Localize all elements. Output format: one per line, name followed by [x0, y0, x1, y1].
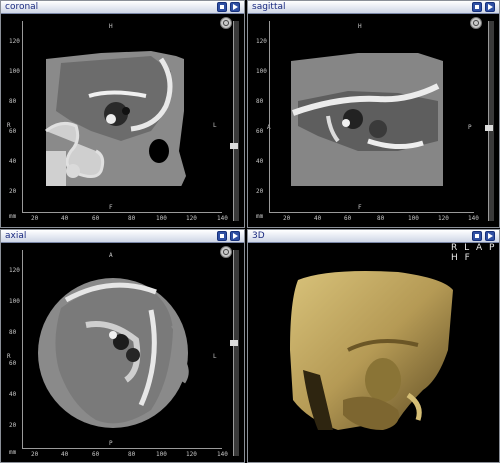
axial-bottom-label: P — [109, 440, 113, 447]
coronal-top-label: H — [109, 23, 113, 30]
coronal-slice-scrollbar[interactable] — [230, 21, 239, 221]
coronal-x-tick: 140 — [217, 215, 228, 222]
axial-x-tick: 60 — [92, 451, 100, 458]
axial-y-tick: 100 — [9, 298, 20, 305]
target-icon[interactable] — [220, 246, 232, 258]
axial-left-label: R — [7, 353, 11, 360]
volume-3d-pane[interactable]: 3D R L A P H F — [247, 229, 500, 463]
axial-y-tick: 20 — [9, 422, 17, 429]
sagittal-x-tick: 100 — [408, 215, 419, 222]
coronal-x-tick: 120 — [186, 215, 197, 222]
axial-pane[interactable]: axial A P R L mm 120 100 80 60 40 20 20 … — [0, 229, 245, 463]
axial-x-tick: 20 — [31, 451, 39, 458]
sagittal-x-tick: 20 — [283, 215, 291, 222]
coronal-y-tick: 60 — [9, 128, 17, 135]
axial-ruler-horizontal — [22, 448, 222, 449]
coronal-slice-image[interactable] — [1, 1, 245, 228]
axial-top-label: A — [109, 252, 113, 259]
sagittal-y-tick: 120 — [256, 38, 267, 45]
coronal-ruler-vertical — [22, 21, 23, 213]
coronal-pane[interactable]: coronal H F R L mm 120 100 80 60 40 20 2… — [0, 0, 245, 228]
arrow-right-icon[interactable] — [230, 143, 238, 149]
coronal-y-tick: 80 — [9, 98, 17, 105]
sagittal-x-tick: 60 — [344, 215, 352, 222]
sagittal-pane[interactable]: sagittal H F A P mm 120 100 80 60 40 20 … — [247, 0, 500, 228]
coronal-y-tick: 20 — [9, 188, 17, 195]
axial-x-tick: 80 — [128, 451, 136, 458]
coronal-x-tick: 80 — [128, 215, 136, 222]
sagittal-ruler-vertical — [269, 21, 270, 213]
coronal-x-tick: 20 — [31, 215, 39, 222]
sagittal-x-tick: 80 — [377, 215, 385, 222]
axial-y-tick: 60 — [9, 360, 17, 367]
sagittal-slice-image[interactable] — [248, 1, 500, 228]
target-icon[interactable] — [220, 17, 232, 29]
sagittal-ruler-horizontal — [269, 212, 474, 213]
sagittal-y-tick: 80 — [256, 98, 264, 105]
coronal-y-tick: 120 — [9, 38, 20, 45]
sagittal-unit-label: mm — [256, 213, 264, 220]
coronal-x-tick: 60 — [92, 215, 100, 222]
arrow-right-icon[interactable] — [230, 340, 238, 346]
coronal-x-tick: 100 — [156, 215, 167, 222]
axial-x-tick: 40 — [61, 451, 69, 458]
axial-x-tick: 100 — [156, 451, 167, 458]
coronal-ruler-horizontal — [22, 212, 222, 213]
sagittal-slice-scrollbar[interactable] — [485, 21, 494, 221]
sagittal-bottom-label: F — [358, 204, 362, 211]
sagittal-right-label: P — [468, 124, 472, 131]
axial-slice-image[interactable] — [1, 230, 245, 463]
coronal-bottom-label: F — [109, 204, 113, 211]
axial-unit-label: mm — [9, 449, 17, 456]
axial-y-tick: 80 — [9, 329, 17, 336]
sagittal-y-tick: 100 — [256, 68, 267, 75]
arrow-right-icon[interactable] — [485, 125, 493, 131]
sagittal-x-tick: 120 — [438, 215, 449, 222]
sagittal-y-tick: 20 — [256, 188, 264, 195]
sagittal-x-tick: 40 — [314, 215, 322, 222]
target-icon[interactable] — [470, 17, 482, 29]
axial-ruler-vertical — [22, 250, 23, 448]
sagittal-y-tick: 60 — [256, 128, 264, 135]
coronal-x-tick: 40 — [61, 215, 69, 222]
sagittal-x-tick: 140 — [468, 215, 479, 222]
coronal-y-tick: 100 — [9, 68, 20, 75]
axial-x-tick: 120 — [186, 451, 197, 458]
axial-y-tick: 120 — [9, 267, 20, 274]
sagittal-top-label: H — [358, 23, 362, 30]
coronal-right-label: L — [213, 122, 217, 129]
axial-y-tick: 40 — [9, 391, 17, 398]
axial-x-tick: 140 — [217, 451, 228, 458]
coronal-unit-label: mm — [9, 213, 17, 220]
axial-slice-scrollbar[interactable] — [230, 250, 239, 456]
volume-render-image[interactable] — [248, 230, 500, 463]
axial-right-label: L — [213, 353, 217, 360]
coronal-y-tick: 40 — [9, 158, 17, 165]
sagittal-y-tick: 40 — [256, 158, 264, 165]
